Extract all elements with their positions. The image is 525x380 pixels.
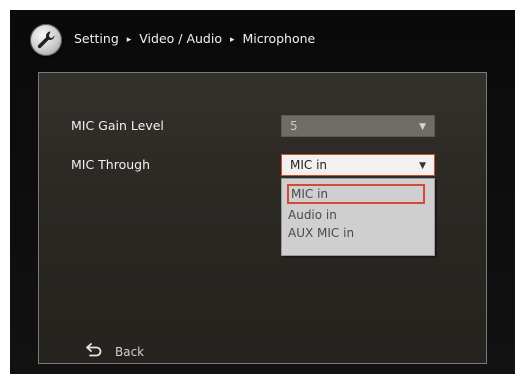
option-audio-in[interactable]: Audio in bbox=[288, 205, 337, 225]
breadcrumb-setting[interactable]: Setting bbox=[74, 31, 119, 46]
chevron-down-icon: ▼ bbox=[419, 122, 426, 132]
back-arrow-icon bbox=[86, 343, 102, 357]
mic-gain-level-value: 5 bbox=[290, 119, 298, 133]
mic-through-select[interactable]: MIC in ▼ bbox=[281, 154, 435, 176]
wrench-icon bbox=[30, 24, 62, 56]
header: Setting ▸ Video / Audio ▸ Microphone bbox=[10, 10, 515, 66]
settings-panel: MIC Gain Level 5 ▼ MIC Through MIC in ▼ … bbox=[38, 72, 487, 364]
breadcrumb-video-audio[interactable]: Video / Audio bbox=[139, 31, 222, 46]
breadcrumb-separator: ▸ bbox=[229, 35, 235, 45]
mic-through-label: MIC Through bbox=[71, 157, 151, 172]
mic-through-value: MIC in bbox=[290, 158, 328, 172]
option-aux-mic-in[interactable]: AUX MIC in bbox=[288, 223, 354, 243]
back-label: Back bbox=[115, 345, 145, 359]
option-mic-in[interactable]: MIC in bbox=[287, 184, 425, 204]
settings-screen: Setting ▸ Video / Audio ▸ Microphone MIC… bbox=[10, 10, 515, 374]
mic-gain-level-label: MIC Gain Level bbox=[71, 118, 164, 133]
breadcrumb: Setting ▸ Video / Audio ▸ Microphone bbox=[74, 31, 315, 46]
breadcrumb-microphone: Microphone bbox=[242, 31, 316, 46]
chevron-down-icon: ▼ bbox=[419, 161, 426, 171]
mic-gain-level-select[interactable]: 5 ▼ bbox=[281, 115, 435, 137]
mic-through-dropdown: MIC in Audio in AUX MIC in bbox=[281, 178, 435, 256]
breadcrumb-separator: ▸ bbox=[126, 35, 132, 45]
